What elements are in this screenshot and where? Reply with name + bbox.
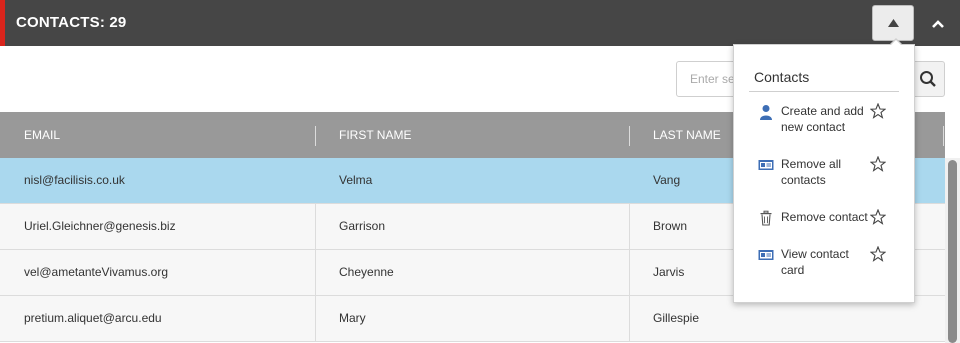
triangle-up-icon bbox=[888, 19, 899, 27]
cell-divider bbox=[315, 296, 316, 341]
cell-first-name: Mary bbox=[339, 311, 366, 325]
cell-email: vel@ametanteVivamus.org bbox=[24, 265, 169, 279]
cell-last-name: Jarvis bbox=[653, 265, 685, 279]
cell-divider bbox=[629, 204, 630, 249]
search-icon bbox=[920, 71, 936, 87]
cell-first-name: Velma bbox=[339, 173, 373, 187]
cell-divider bbox=[629, 296, 630, 341]
cell-divider bbox=[315, 250, 316, 295]
dropdown-title: Contacts bbox=[754, 69, 810, 85]
column-header-first-name[interactable]: FIRST NAME bbox=[339, 112, 411, 158]
actions-menu-button[interactable] bbox=[872, 5, 914, 41]
column-separator[interactable] bbox=[943, 126, 944, 146]
cell-last-name: Gillespie bbox=[653, 311, 700, 325]
column-separator[interactable] bbox=[315, 126, 316, 146]
menu-item-create-contact[interactable]: Create and add new contact bbox=[744, 103, 909, 143]
scrollbar-thumb[interactable] bbox=[948, 160, 957, 343]
cell-email: Uriel.Gleichner@genesis.biz bbox=[24, 219, 176, 233]
collapse-button[interactable] bbox=[928, 14, 948, 34]
column-separator[interactable] bbox=[629, 126, 630, 146]
column-header-email[interactable]: EMAIL bbox=[24, 112, 60, 158]
cell-divider bbox=[315, 204, 316, 249]
contact-card-icon bbox=[758, 250, 774, 260]
cell-first-name: Garrison bbox=[339, 219, 386, 233]
menu-item-remove-all-contacts[interactable]: Remove all contacts bbox=[744, 156, 909, 196]
star-outline-icon[interactable] bbox=[870, 209, 886, 225]
cell-divider bbox=[629, 250, 630, 295]
header-bar: CONTACTS: 29 bbox=[0, 0, 960, 46]
star-outline-icon[interactable] bbox=[870, 103, 886, 119]
menu-item-remove-contact[interactable]: Remove contact bbox=[744, 209, 909, 249]
column-header-last-name[interactable]: LAST NAME bbox=[653, 112, 721, 158]
page-title: CONTACTS: 29 bbox=[16, 14, 127, 31]
cell-last-name: Vang bbox=[653, 173, 681, 187]
cell-divider bbox=[629, 158, 630, 203]
menu-item-view-contact-card[interactable]: View contact card bbox=[744, 246, 909, 286]
cell-divider bbox=[315, 158, 316, 203]
trash-icon bbox=[760, 210, 772, 226]
star-outline-icon[interactable] bbox=[870, 246, 886, 262]
dropdown-divider bbox=[749, 91, 899, 92]
actions-dropdown: Contacts Create and add new contact Remo… bbox=[733, 38, 915, 303]
menu-item-label: View contact card bbox=[781, 247, 849, 277]
header-accent bbox=[0, 0, 5, 46]
menu-item-label: Remove all contacts bbox=[781, 157, 842, 187]
cell-email: pretium.aliquet@arcu.edu bbox=[24, 311, 162, 325]
cell-last-name: Brown bbox=[653, 219, 688, 233]
cell-first-name: Cheyenne bbox=[339, 265, 394, 279]
chevron-up-icon bbox=[932, 20, 944, 28]
contact-card-icon bbox=[758, 160, 774, 170]
star-outline-icon[interactable] bbox=[870, 156, 886, 172]
menu-item-label: Create and add new contact bbox=[781, 104, 864, 134]
cell-email: nisl@facilisis.co.uk bbox=[24, 173, 125, 187]
menu-item-label: Remove contact bbox=[781, 210, 868, 224]
person-icon bbox=[760, 105, 772, 120]
